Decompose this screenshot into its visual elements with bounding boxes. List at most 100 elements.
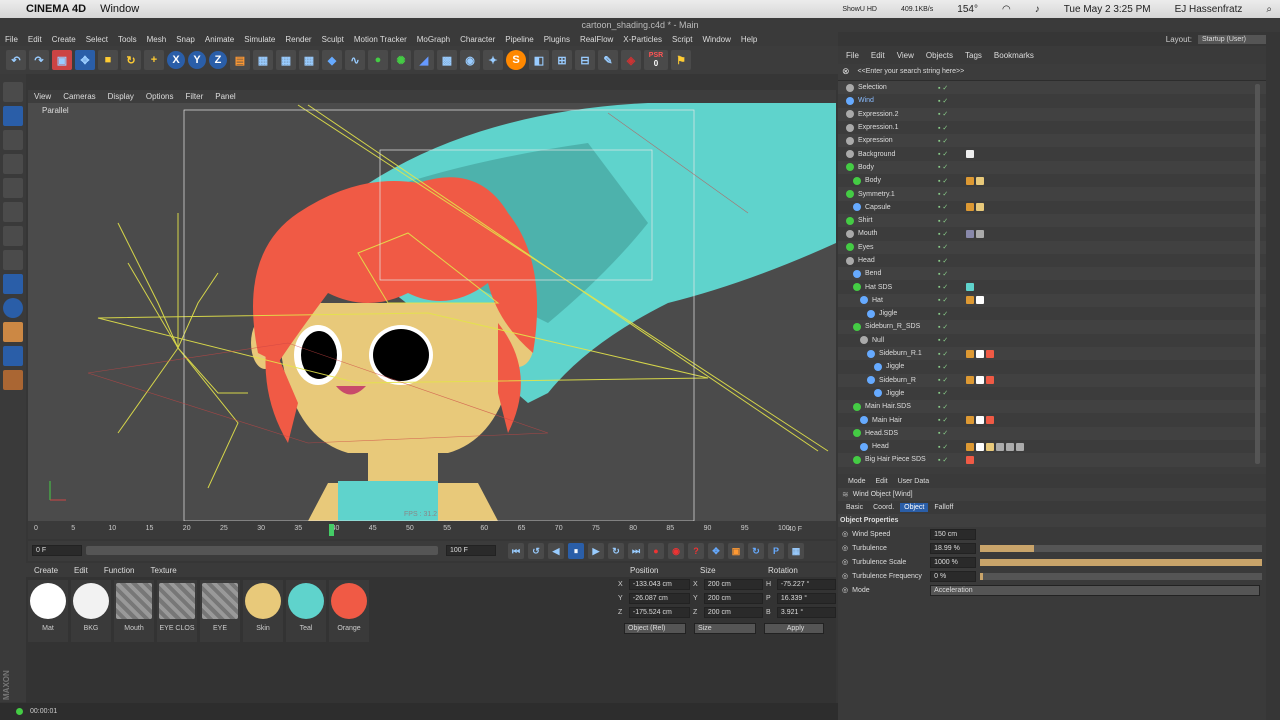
object-row[interactable]: Jiggle ▪ ✓ [838,387,1266,400]
attribute-value-field[interactable]: 150 cm [930,528,977,540]
undo-icon[interactable]: ↶ [6,50,26,70]
tag-icon[interactable] [966,349,974,358]
menu-pipeline[interactable]: Pipeline [500,35,538,44]
menu-create[interactable]: Create [47,35,81,44]
visibility-check-icon[interactable]: ▪ ✓ [938,110,948,118]
viewport-menu-cameras[interactable]: Cameras [57,92,101,101]
tag-icon[interactable] [976,349,984,358]
clock[interactable]: Tue May 2 3:25 PM [1064,4,1151,15]
object-menu-objects[interactable]: Objects [926,51,953,60]
material-menu-texture[interactable]: Texture [143,566,185,575]
visibility-check-icon[interactable]: ▪ ✓ [938,137,948,145]
spline-icon[interactable]: ∿ [345,50,365,70]
size-field[interactable]: 200 cm [703,592,763,604]
rotate-icon[interactable]: ↻ [121,50,141,70]
start-frame-field[interactable]: 0 F [32,545,82,556]
visibility-check-icon[interactable]: ▪ ✓ [938,403,948,411]
visibility-check-icon[interactable]: ▪ ✓ [938,124,948,132]
tag-icon[interactable] [966,416,974,425]
visibility-check-icon[interactable]: ▪ ✓ [938,203,948,211]
texture-mode-icon[interactable] [3,130,23,150]
attribute-slider[interactable] [980,558,1263,566]
object-row[interactable]: Mouth ▪ ✓ [838,227,1266,240]
object-row[interactable]: Eyes ▪ ✓ [838,240,1266,254]
snap-mode-icon[interactable] [3,298,23,318]
object-row[interactable]: Shirt ▪ ✓ [838,213,1266,228]
move-icon[interactable]: ✥ [75,50,95,70]
next-frame-icon[interactable]: ▶ [588,543,604,559]
tag-icon[interactable] [976,416,984,425]
viewport[interactable]: Parallel FPS : 31.2 [28,103,836,521]
cube-icon[interactable]: ◆ [322,50,342,70]
camera-icon[interactable]: ◉ [460,50,480,70]
goto-end-icon[interactable]: ⏭ [628,543,644,559]
key-scale-icon[interactable]: ▣ [728,543,744,559]
prev-key-icon[interactable]: ↺ [528,543,544,559]
app-menu[interactable]: CINEMA 4D [26,3,86,15]
object-menu-tags[interactable]: Tags [965,51,982,60]
scene-icon[interactable]: ▩ [437,50,457,70]
tag-icon[interactable] [986,416,994,425]
coord-mode-dropdown[interactable]: Object (Rel) [624,623,686,634]
object-row[interactable]: Main Hair ▪ ✓ [838,413,1266,426]
light-icon[interactable]: ✦ [483,50,503,70]
key-pla-icon[interactable]: ▦ [788,543,804,559]
tag-icon[interactable] [966,229,974,238]
anim-dot-icon[interactable]: ◎ [842,544,848,552]
attribute-slider[interactable] [980,544,1263,552]
menu-simulate[interactable]: Simulate [239,35,280,44]
object-row[interactable]: Jiggle ▪ ✓ [838,360,1266,373]
object-row[interactable]: Big Hair Piece SDS ▪ ✓ [838,453,1266,467]
visibility-check-icon[interactable]: ▪ ✓ [938,363,948,371]
visibility-check-icon[interactable]: ▪ ✓ [938,296,948,304]
menu-render[interactable]: Render [280,35,316,44]
size-field[interactable]: 200 cm [703,578,763,590]
menu-script[interactable]: Script [667,35,697,44]
tab-object[interactable]: Object [900,503,929,512]
render-icon[interactable]: ▦ [276,50,296,70]
visibility-check-icon[interactable]: ▪ ✓ [938,310,948,318]
redo-icon[interactable]: ↷ [29,50,49,70]
coord-system-icon[interactable]: ▤ [230,50,250,70]
visibility-check-icon[interactable]: ▪ ✓ [938,336,948,344]
tag-icon[interactable] [966,442,974,451]
wifi-icon[interactable]: ◠ [1002,4,1011,15]
tag-icon[interactable] [976,229,984,238]
make-editable-icon[interactable] [3,82,23,102]
next-key-icon[interactable]: ↻ [608,543,624,559]
apply-button[interactable]: Apply [764,623,824,634]
sketch-icon[interactable]: S [506,50,526,70]
anim-dot-icon[interactable]: ◎ [842,530,848,538]
object-row[interactable]: Null ▪ ✓ [838,334,1266,347]
rotation-field[interactable]: 16.339 ° [776,592,837,604]
material-item[interactable]: Mat [28,580,68,642]
x-axis-button[interactable]: X [167,51,185,69]
attribute-value-field[interactable]: 0 % [930,570,977,582]
menu-animate[interactable]: Animate [200,35,239,44]
material-item[interactable]: Mouth [114,580,154,642]
cube-shade-icon[interactable]: ◧ [529,50,549,70]
object-row[interactable]: Head ▪ ✓ [838,440,1266,453]
menu-window[interactable]: Window [697,35,735,44]
y-axis-button[interactable]: Y [188,51,206,69]
xyz-lock-icon[interactable]: ⚑ [671,50,691,70]
key-rot-icon[interactable]: ↻ [748,543,764,559]
menu-file[interactable]: File [0,35,23,44]
deformer-icon[interactable]: ◢ [414,50,434,70]
anim-dot-icon[interactable]: ◎ [842,558,848,566]
visibility-check-icon[interactable]: ▪ ✓ [938,257,948,265]
tag-icon[interactable] [966,150,974,159]
tag-icon[interactable] [976,176,984,185]
tag-icon[interactable] [966,176,974,185]
object-row[interactable]: Hat ▪ ✓ [838,293,1266,308]
timeline-ruler[interactable]: 0 5 10 15 20 25 30 35 40 45 50 55 60 65 70 75 80 85 90 95 10… [28,521,836,539]
layout-dropdown[interactable]: Startup (User) [1198,34,1266,44]
menu-select[interactable]: Select [81,35,113,44]
object-row[interactable]: Sideburn_R_SDS ▪ ✓ [838,320,1266,334]
visibility-check-icon[interactable]: ▪ ✓ [938,456,948,464]
menu-snap[interactable]: Snap [171,35,200,44]
attribute-slider[interactable] [980,572,1263,580]
material-item[interactable]: EYE CLOS [157,580,197,642]
material-item[interactable]: Teal [286,580,326,642]
viewport-menu-filter[interactable]: Filter [179,92,209,101]
